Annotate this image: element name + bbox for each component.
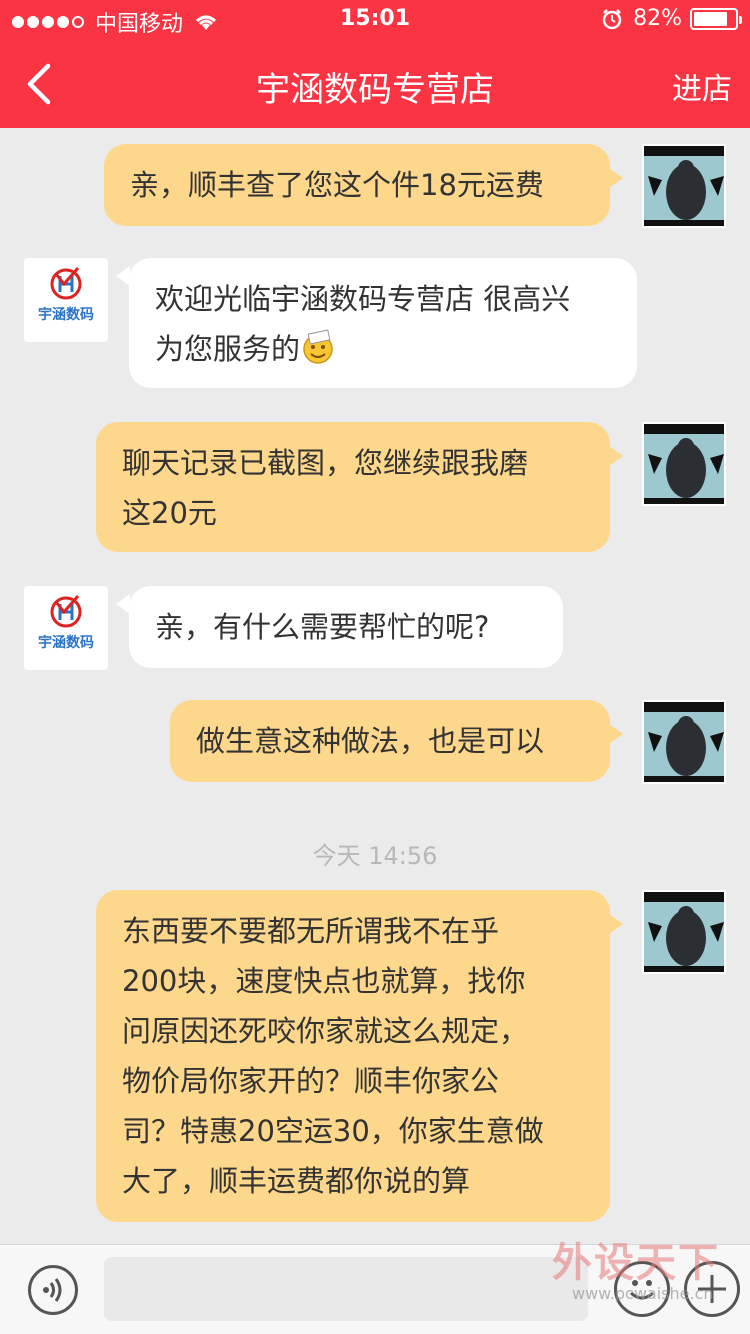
message-bubble-outgoing[interactable]: 做生意这种做法，也是可以 bbox=[170, 700, 610, 782]
page-title: 宇涵数码专营店 bbox=[256, 70, 494, 110]
message-line: 大了，顺丰运费都你说的算 bbox=[122, 1164, 471, 1198]
message-bubble-outgoing[interactable]: 聊天记录已截图，您继续跟我磨 这20元 bbox=[96, 422, 610, 552]
message-input[interactable] bbox=[104, 1257, 588, 1321]
emoji-button[interactable] bbox=[614, 1261, 670, 1317]
battery-percent: 82% bbox=[633, 6, 682, 31]
message-bubble-incoming[interactable]: 亲，有什么需要帮忙的呢? bbox=[129, 586, 563, 668]
plus-icon bbox=[698, 1275, 726, 1303]
user-avatar-image bbox=[644, 146, 724, 226]
message-line: 200块，速度快点也就算，找你 bbox=[122, 964, 526, 998]
header: 中国移动 15:01 82% 宇涵数码专营店 进店 bbox=[0, 0, 750, 128]
shop-logo-text: 宇涵数码 bbox=[38, 307, 94, 323]
enter-shop-button[interactable]: 进店 bbox=[672, 64, 732, 108]
message-line-with-emoji: 为您服务的 bbox=[155, 324, 611, 374]
message-bubble-outgoing[interactable]: 东西要不要都无所谓我不在乎 200块，速度快点也就算，找你 问原因还死咬你家就这… bbox=[96, 890, 610, 1222]
voice-icon bbox=[43, 1278, 62, 1302]
user-avatar-image bbox=[644, 702, 724, 782]
user-avatar[interactable] bbox=[642, 144, 726, 228]
status-bar: 中国移动 15:01 82% bbox=[0, 0, 750, 40]
message-line: 这20元 bbox=[122, 496, 217, 530]
message-line: 司？特惠20空运30，你家生意做 bbox=[122, 1114, 544, 1148]
message-line: 为您服务的 bbox=[155, 332, 301, 366]
smiley-icon bbox=[303, 329, 333, 364]
message-bubble-incoming[interactable]: 欢迎光临宇涵数码专营店 很高兴 为您服务的 bbox=[129, 258, 637, 388]
message-line: 物价局你家开的？顺丰你家公 bbox=[122, 1064, 500, 1098]
message-text: 亲，有什么需要帮忙的呢? bbox=[155, 610, 490, 644]
alarm-icon bbox=[602, 8, 622, 29]
battery-icon bbox=[690, 7, 742, 30]
more-button[interactable] bbox=[684, 1261, 740, 1317]
message-line: 聊天记录已截图，您继续跟我磨 bbox=[122, 446, 529, 480]
user-avatar-image bbox=[644, 892, 724, 972]
bubble-tail bbox=[116, 594, 130, 614]
message-line: 问原因还死咬你家就这么规定， bbox=[122, 1014, 529, 1048]
message-timestamp: 今天 14:56 bbox=[312, 842, 438, 870]
input-bar bbox=[0, 1244, 750, 1334]
user-avatar-image bbox=[644, 424, 724, 504]
message-line: 欢迎光临宇涵数码专营店 很高兴 bbox=[155, 282, 571, 316]
message-bubble-outgoing[interactable]: 亲，顺丰查了您这个件18元运费 bbox=[104, 144, 610, 226]
shop-avatar[interactable]: 宇涵数码 bbox=[24, 258, 108, 342]
message-text: 亲，顺丰查了您这个件18元运费 bbox=[130, 168, 544, 202]
user-avatar[interactable] bbox=[642, 422, 726, 506]
user-avatar[interactable] bbox=[642, 700, 726, 784]
bubble-tail bbox=[609, 168, 623, 188]
bubble-tail bbox=[609, 446, 623, 466]
emoji-icon bbox=[629, 1280, 655, 1300]
bubble-tail bbox=[116, 266, 130, 286]
bubble-tail bbox=[609, 914, 623, 934]
status-right: 82% bbox=[601, 6, 742, 31]
shop-logo-icon bbox=[50, 595, 82, 628]
message-line: 东西要不要都无所谓我不在乎 bbox=[122, 914, 500, 948]
battery-fill bbox=[694, 11, 727, 26]
user-avatar[interactable] bbox=[642, 890, 726, 974]
shop-logo-text: 宇涵数码 bbox=[38, 635, 94, 651]
shop-avatar[interactable]: 宇涵数码 bbox=[24, 586, 108, 670]
bubble-tail bbox=[609, 724, 623, 744]
shop-logo-icon bbox=[50, 267, 82, 300]
message-text: 做生意这种做法，也是可以 bbox=[196, 724, 545, 758]
voice-button[interactable] bbox=[28, 1265, 78, 1315]
battery-cap bbox=[739, 15, 742, 24]
